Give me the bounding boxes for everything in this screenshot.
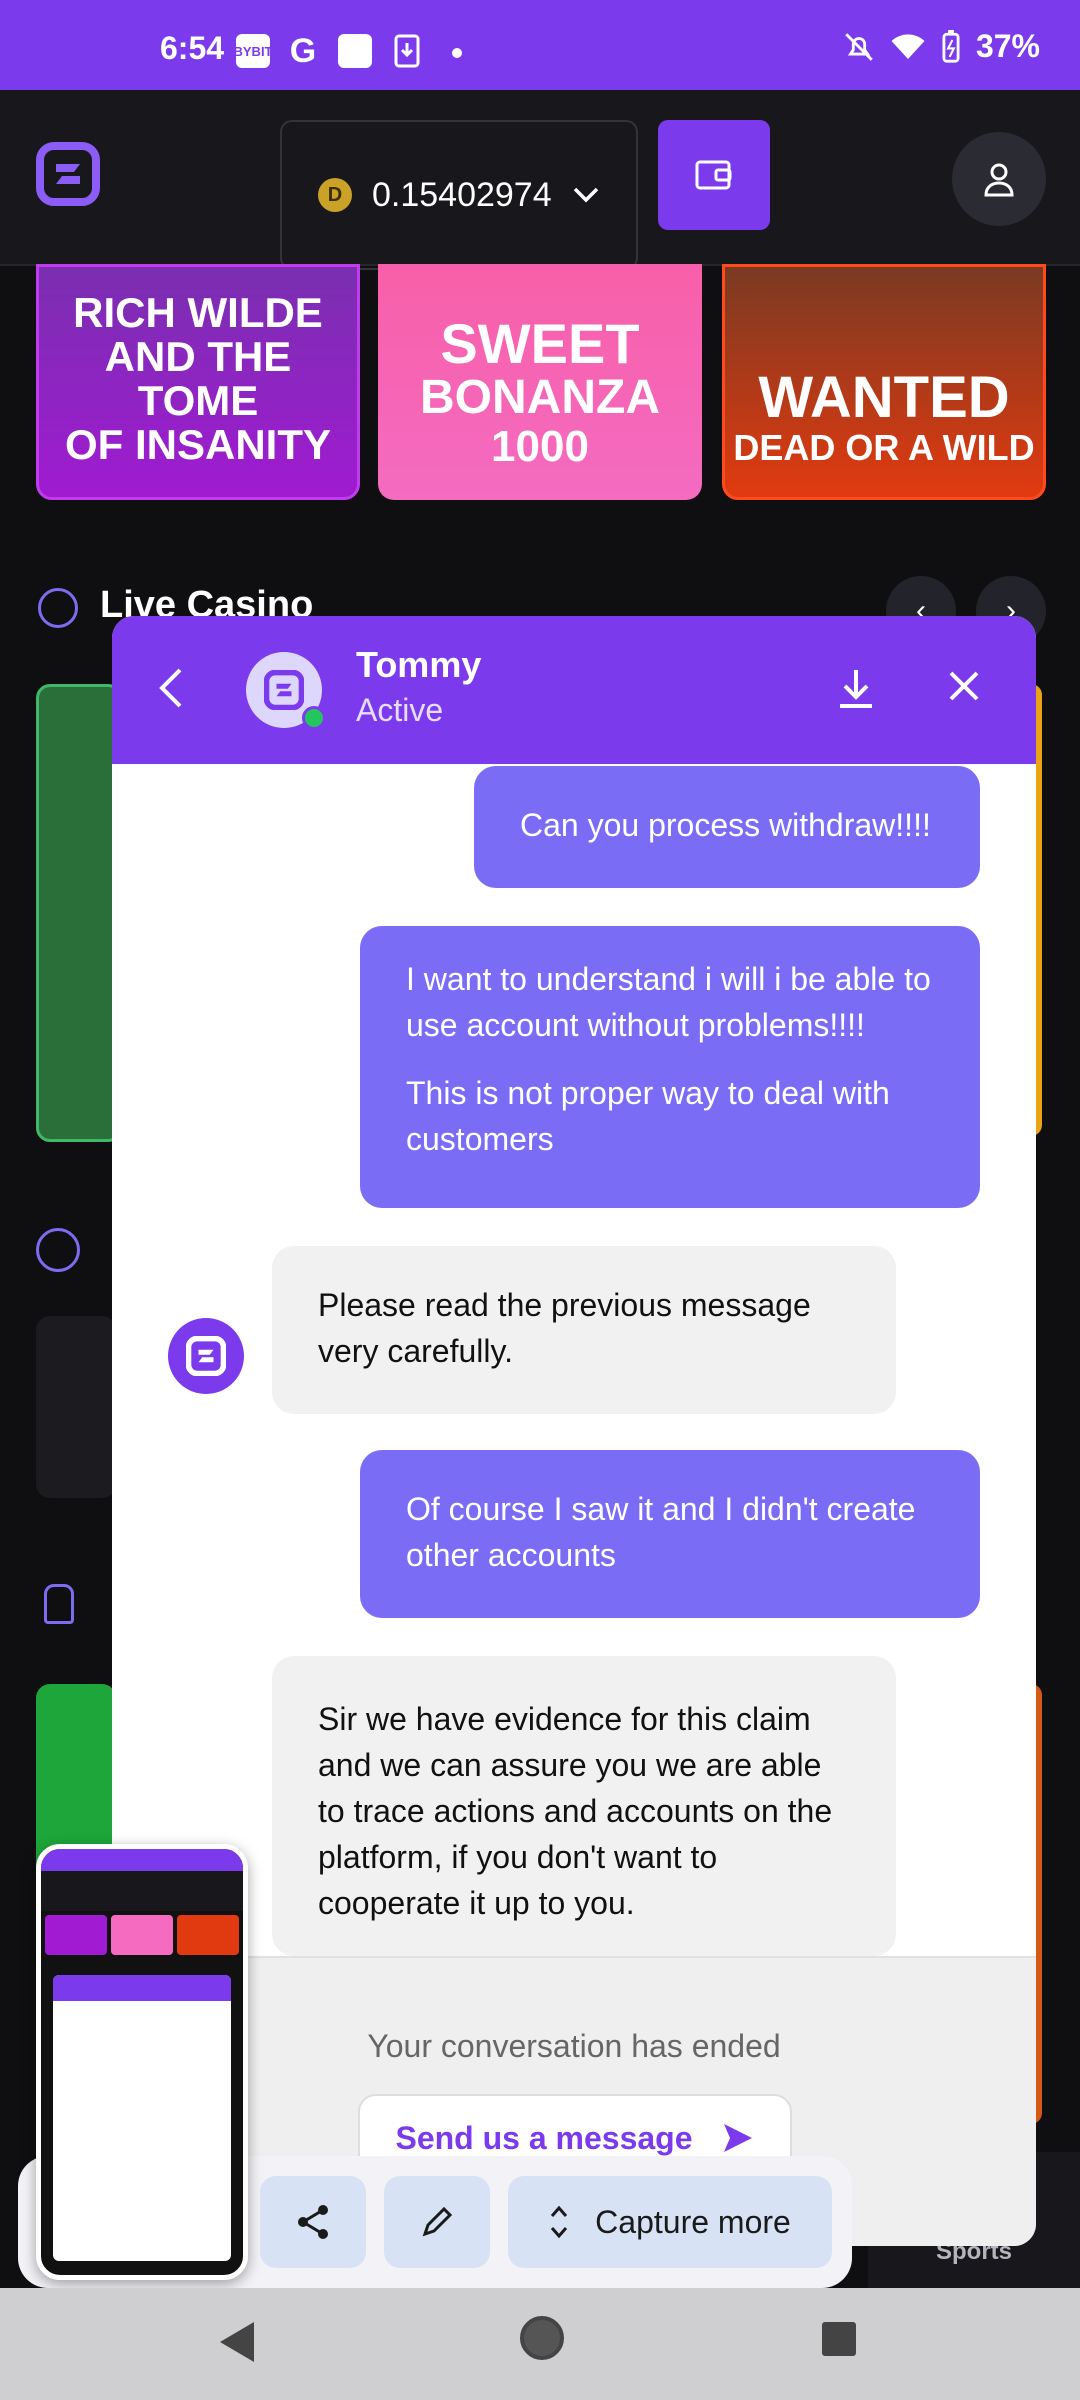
status-right: 37% (842, 28, 1040, 65)
game-show-icon (44, 1584, 74, 1624)
game-tile-wanted[interactable]: WANTED DEAD OR A WILD (722, 264, 1046, 500)
google-icon: G (289, 31, 317, 70)
share-icon (298, 2205, 328, 2239)
game-tile-sweet-bonanza[interactable]: SWEET BONANZA 1000 (378, 264, 702, 500)
user-message: I want to understand i will i be able to… (360, 926, 980, 1208)
bybit-icon: BYBIT (234, 34, 273, 68)
capture-more-button[interactable]: Capture more (508, 2176, 832, 2268)
screenshot-thumbnail[interactable] (36, 1844, 248, 2280)
notification-dot (452, 48, 462, 58)
battery-icon (942, 29, 960, 63)
status-bar: 6:54 BYBIT G 37% (0, 0, 1080, 90)
provider-card (36, 1316, 116, 1498)
agent-message: Please read the previous message very ca… (272, 1246, 896, 1414)
logo-icon[interactable] (36, 142, 100, 206)
status-time: 6:54 (160, 30, 225, 66)
app-header: D 0.15402974 (0, 90, 1080, 270)
send-icon (723, 2124, 752, 2152)
wallet-button[interactable] (658, 120, 770, 230)
user-message: Can you process withdraw!!!! (474, 766, 980, 888)
balance-amount: 0.15402974 (372, 175, 552, 214)
coin-icon: D (318, 178, 352, 212)
agent-name: Tommy (356, 644, 482, 685)
wallet-icon (695, 160, 732, 190)
nav-recents-icon[interactable] (822, 2322, 856, 2356)
pencil-icon (422, 2206, 453, 2237)
system-nav-bar (0, 2288, 1080, 2400)
wifi-icon (891, 33, 925, 59)
edit-button[interactable] (384, 2176, 490, 2268)
agent-message: Sir we have evidence for this claim and … (272, 1656, 896, 1956)
sport-icon (36, 1228, 80, 1272)
brand-logo-icon (186, 1336, 226, 1376)
download-icon (390, 34, 424, 68)
brand-logo-icon (264, 670, 304, 710)
expand-vertical-icon (551, 2205, 568, 2239)
agent-status: Active (356, 692, 444, 728)
online-indicator (302, 706, 326, 730)
balance-selector[interactable]: D 0.15402974 (280, 120, 638, 270)
chat-header: Tommy Active (112, 616, 1036, 764)
capture-more-label: Capture more (595, 2203, 791, 2240)
back-icon[interactable] (156, 666, 186, 710)
download-transcript-icon[interactable] (836, 666, 876, 710)
nav-home-icon[interactable] (520, 2316, 564, 2360)
send-message-label: Send us a message (395, 2119, 693, 2156)
conversation-ended-text: Your conversation has ended (367, 2028, 781, 2064)
user-message: Of course I saw it and I didn't create o… (360, 1450, 980, 1618)
game-tile-rich-wilde[interactable]: RICH WILDE AND THE TOME OF INSANITY (36, 264, 360, 500)
share-button[interactable] (260, 2176, 366, 2268)
live-casino-card (36, 684, 122, 1142)
chevron-down-icon (573, 187, 598, 203)
agent-message-avatar (168, 1318, 244, 1394)
chat-widget: Tommy Active Can you process withdraw!!!… (112, 616, 1036, 2246)
user-icon (984, 163, 1014, 197)
nav-back-icon[interactable] (220, 2322, 254, 2362)
battery-percent: 37% (975, 28, 1040, 64)
mute-icon (845, 32, 873, 61)
play-circle-icon (38, 588, 78, 628)
square-icon (338, 34, 372, 68)
close-icon[interactable] (946, 668, 982, 704)
profile-button[interactable] (952, 132, 1046, 226)
